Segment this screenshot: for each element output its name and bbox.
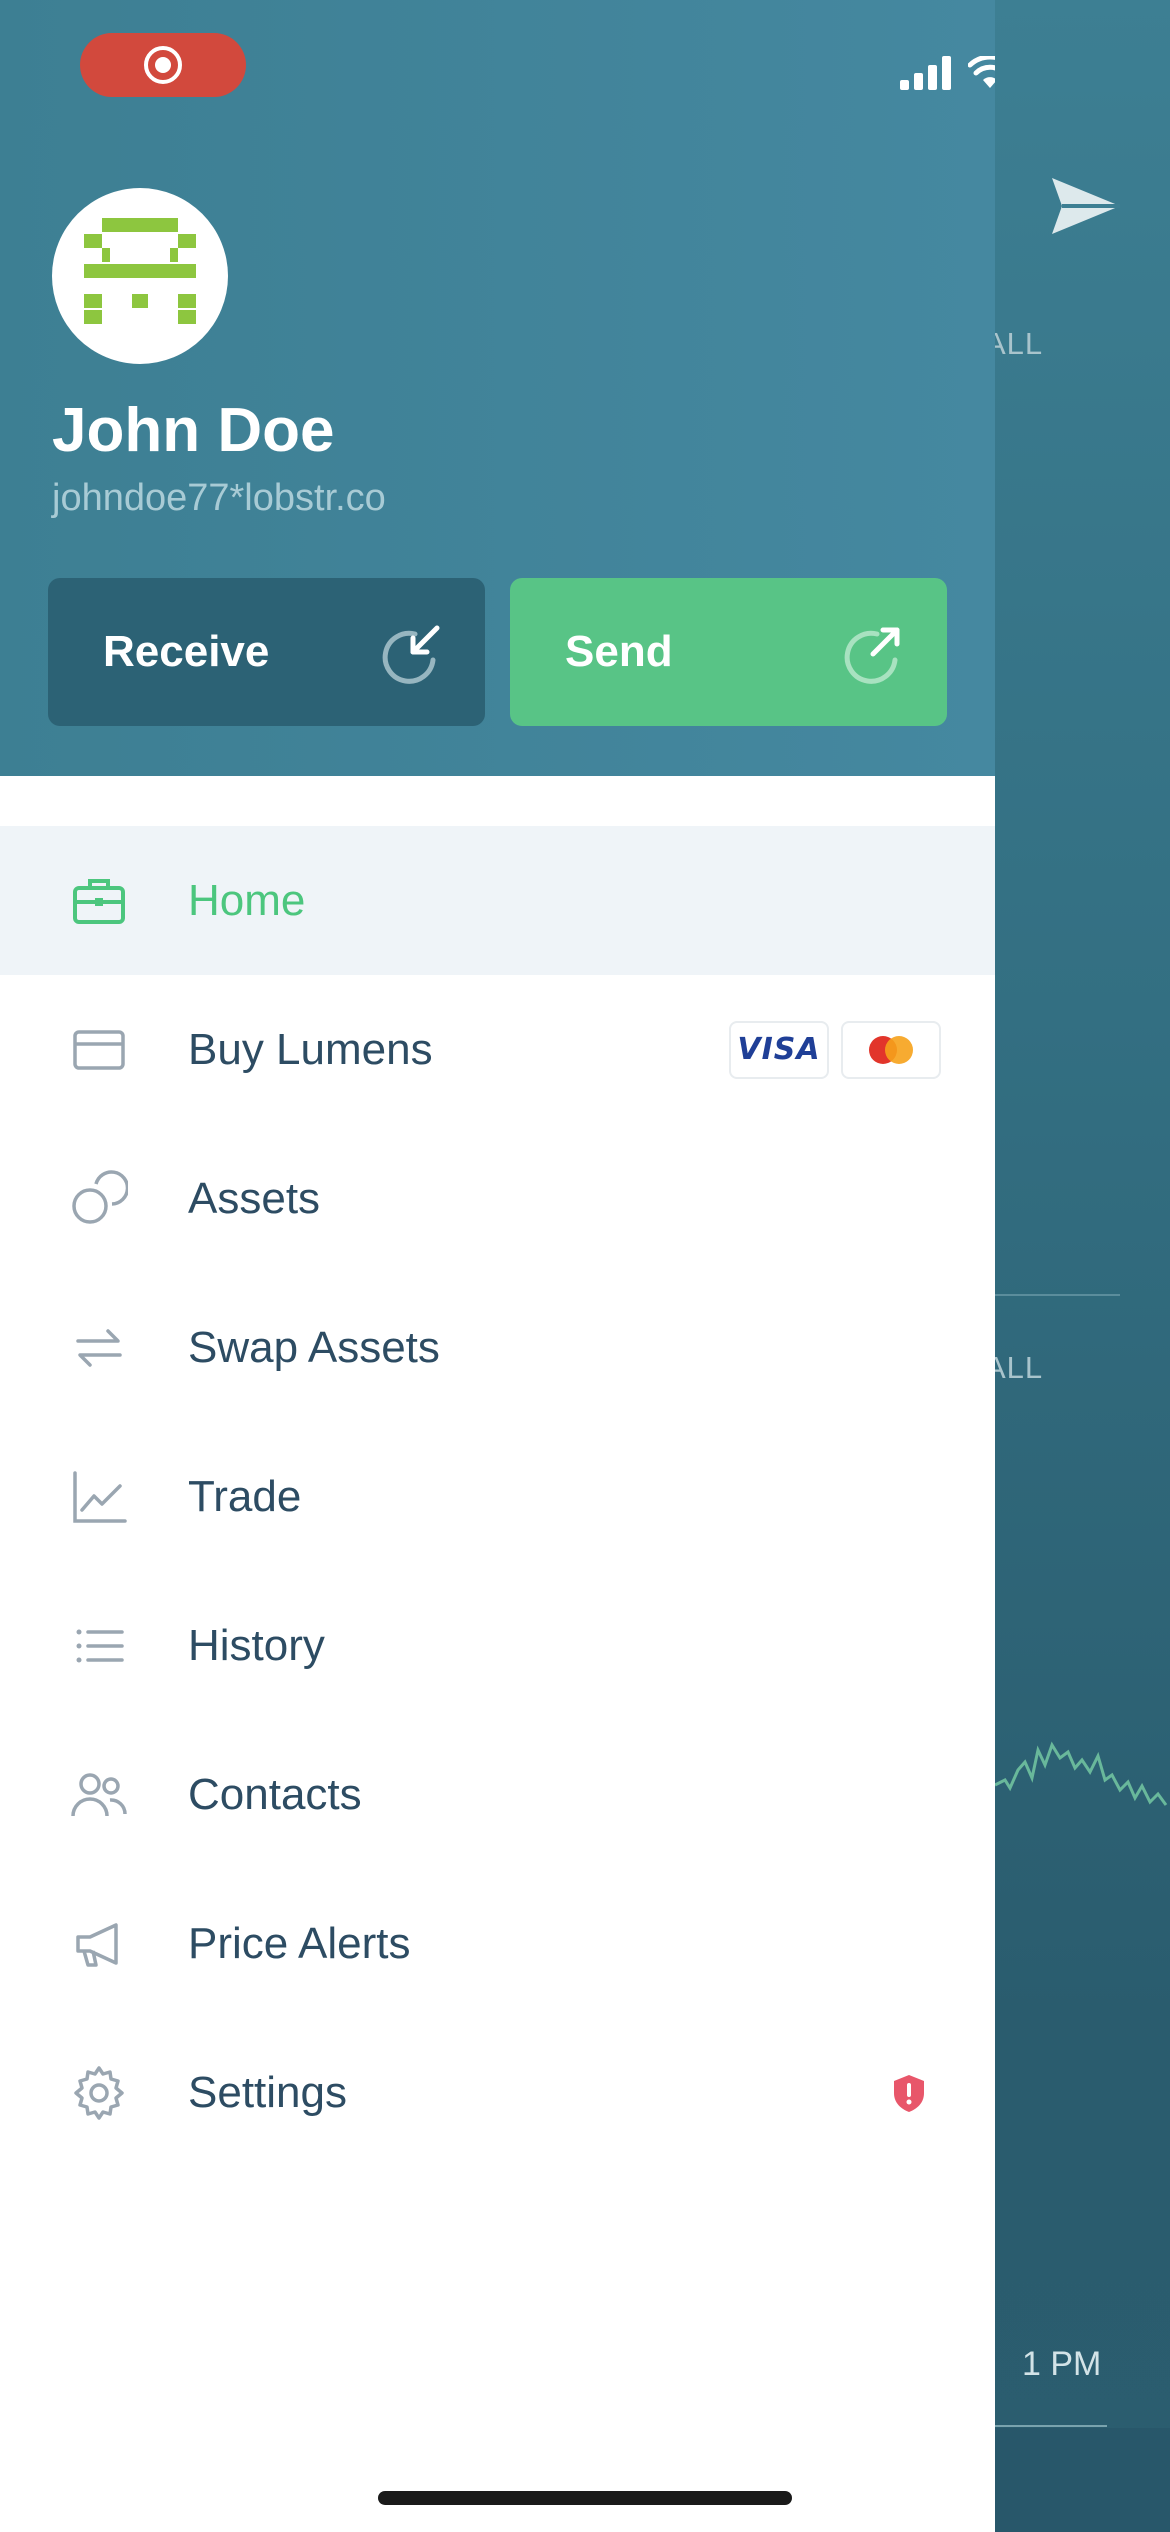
menu-label-home: Home [188, 875, 306, 925]
menu-label-settings: Settings [188, 2067, 347, 2117]
receive-label: Receive [103, 627, 270, 676]
menu-item-price-alerts[interactable]: Price Alerts [0, 1869, 995, 2018]
price-chart-line [994, 1741, 1168, 1806]
mastercard-icon [869, 1035, 913, 1064]
briefcase-icon [73, 878, 125, 924]
menu-item-history[interactable]: History [0, 1571, 995, 1720]
receive-button[interactable]: Receive [48, 578, 485, 726]
federation-address[interactable]: johndoe77*lobstr.co [52, 477, 386, 520]
users-icon [71, 1772, 127, 1816]
menu-item-buy-lumens[interactable]: Buy Lumens VISA [0, 975, 995, 1124]
wifi-icon [968, 56, 995, 88]
drawer-menu: Home Buy Lumens VISA Assets Swap Assets … [0, 826, 995, 2167]
home-indicator[interactable] [378, 2491, 792, 2505]
status-bar-icons [900, 55, 995, 91]
chart-time-label: 1 PM [1022, 2345, 1102, 2383]
divider [995, 1294, 1120, 1296]
megaphone-icon [76, 1922, 118, 1967]
menu-item-settings[interactable]: Settings [0, 2018, 995, 2167]
avatar[interactable] [52, 188, 228, 364]
chart-line-icon [73, 1470, 127, 1523]
bottom-panel [995, 2428, 1170, 2532]
mastercard-badge [841, 1020, 941, 1079]
menu-item-trade[interactable]: Trade [0, 1422, 995, 1571]
credit-card-icon [73, 1029, 125, 1070]
identicon-image [84, 218, 196, 324]
menu-label-contacts: Contacts [188, 1769, 362, 1819]
side-drawer: John Doe johndoe77*lobstr.co Receive Sen… [0, 0, 995, 2532]
menu-label-swap-assets: Swap Assets [188, 1322, 440, 1372]
drawer-header: John Doe johndoe77*lobstr.co Receive Sen… [0, 0, 995, 776]
swap-arrows-icon [76, 1328, 122, 1367]
payment-badges: VISA [729, 1020, 941, 1079]
cellular-signal-icon [900, 56, 951, 90]
send-paper-plane-icon[interactable] [1050, 176, 1122, 236]
gear-icon [74, 2065, 124, 2120]
menu-label-trade: Trade [188, 1471, 302, 1521]
menu-item-home[interactable]: Home [0, 826, 995, 975]
menu-label-history: History [188, 1620, 325, 1670]
security-shield-icon [894, 2074, 924, 2112]
menu-item-swap-assets[interactable]: Swap Assets [0, 1273, 995, 1422]
screen-recording-indicator[interactable] [80, 33, 246, 97]
record-icon [144, 46, 182, 84]
menu-label-assets: Assets [188, 1173, 321, 1223]
menu-label-price-alerts: Price Alerts [188, 1918, 411, 1968]
receive-arrow-icon [382, 625, 440, 684]
menu-label-buy-lumens: Buy Lumens [188, 1024, 433, 1074]
chart-axis-line [995, 2425, 1107, 2427]
user-name: John Doe [52, 396, 335, 465]
send-arrow-icon [844, 627, 900, 684]
send-label: Send [565, 627, 673, 676]
visa-text: VISA [737, 1032, 821, 1067]
list-icon [76, 1629, 124, 1662]
menu-item-assets[interactable]: Assets [0, 1124, 995, 1273]
visa-badge: VISA [729, 1020, 829, 1079]
menu-item-contacts[interactable]: Contacts [0, 1720, 995, 1869]
coins-icon [72, 1169, 128, 1224]
send-button[interactable]: Send [510, 578, 947, 726]
